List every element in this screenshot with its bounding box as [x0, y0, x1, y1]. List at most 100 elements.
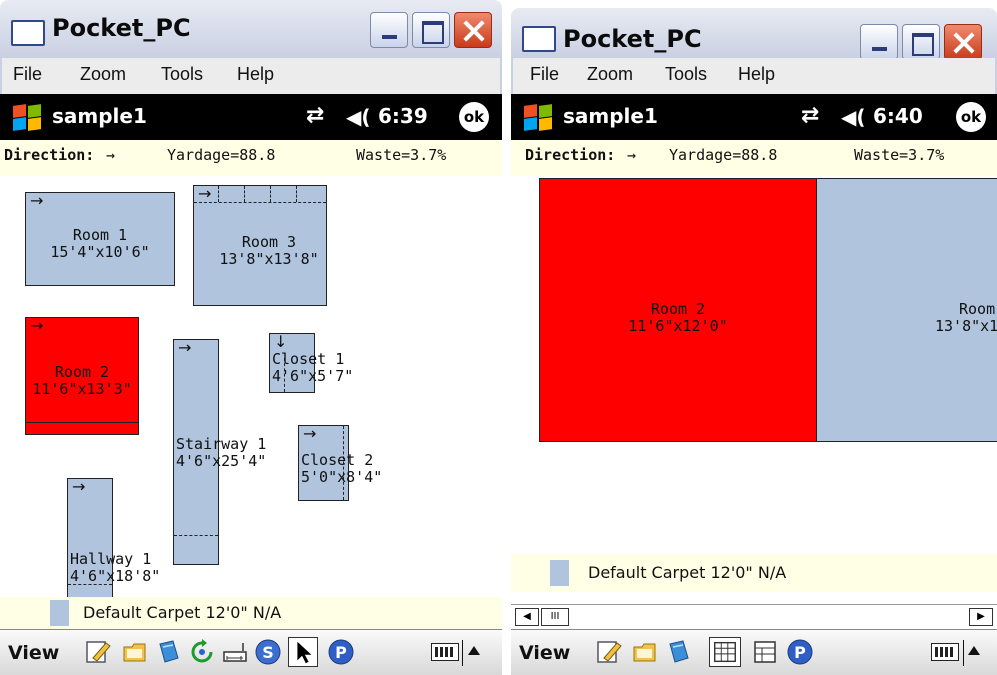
- hallway-1[interactable]: → Hallway 1 4'6"x18'8": [67, 477, 160, 599]
- folder-icon[interactable]: [631, 638, 659, 666]
- pocket-pc-window-2: Pocket_PC File Zoom Tools Help sample1 ⇄…: [511, 0, 997, 675]
- keyboard-icon[interactable]: [931, 643, 959, 661]
- minimize-button[interactable]: [860, 24, 898, 60]
- ok-button[interactable]: ok: [459, 102, 489, 132]
- menu-file[interactable]: File: [530, 64, 559, 85]
- direction-label: Direction:: [525, 146, 616, 164]
- up-arrow-icon[interactable]: [468, 646, 480, 655]
- up-arrow-icon[interactable]: [968, 646, 980, 655]
- room-name: Room: [959, 300, 996, 318]
- horizontal-scrollbar[interactable]: ◀ III ▶: [511, 604, 997, 630]
- ok-button[interactable]: ok: [956, 102, 986, 132]
- folder-icon[interactable]: [121, 638, 149, 666]
- direction-label: Direction:: [4, 146, 95, 164]
- room-3[interactable]: Room 13'8"x1: [816, 178, 997, 442]
- menu-file[interactable]: File: [13, 64, 42, 85]
- seam-line: [244, 186, 245, 202]
- book-icon[interactable]: [155, 638, 183, 666]
- view-menu[interactable]: View: [8, 642, 59, 664]
- direction-arrow-icon: →: [72, 477, 86, 496]
- pocket-pc-window-1: Pocket_PC File Zoom Tools Help sample1 ⇄…: [0, 0, 502, 675]
- layout-canvas[interactable]: → Room 1 15'4"x10'6" → Room 3 13'8"x13'8…: [0, 176, 502, 599]
- connectivity-icon[interactable]: ⇄: [801, 103, 819, 128]
- layout-canvas-zoomed[interactable]: Room 2 11'6"x12'0" Room 13'8"x1: [511, 176, 997, 554]
- svg-text:P: P: [794, 643, 806, 662]
- menu-zoom[interactable]: Zoom: [587, 64, 633, 85]
- keyboard-icon[interactable]: [431, 643, 459, 661]
- menu-zoom[interactable]: Zoom: [80, 64, 126, 85]
- menu-tools[interactable]: Tools: [665, 64, 707, 85]
- grid-view-icon[interactable]: [709, 637, 741, 667]
- title-bar: Pocket_PC: [511, 8, 997, 60]
- close-button[interactable]: [454, 12, 492, 48]
- title-bar: Pocket_PC: [0, 0, 502, 58]
- p-circle-icon[interactable]: P: [327, 638, 355, 666]
- waste-value: Waste=3.7%: [356, 146, 447, 164]
- start-menu-icon[interactable]: [12, 103, 42, 131]
- navigation-bar: sample1 ⇄ ◀( 6:39 ok: [0, 94, 502, 140]
- clock[interactable]: 6:40: [873, 104, 923, 128]
- pointer-arrow-icon[interactable]: [288, 637, 318, 667]
- grid-view-2-icon[interactable]: [751, 638, 779, 666]
- room-name: Room 1: [72, 226, 128, 244]
- volume-icon[interactable]: ◀(: [346, 105, 371, 129]
- carpet-legend[interactable]: Default Carpet 12'0" N/A: [0, 597, 502, 629]
- room-size: 4'6"x25'4": [176, 452, 267, 470]
- svg-text:S: S: [262, 643, 274, 662]
- scroll-right-button[interactable]: ▶: [969, 608, 993, 626]
- navigation-bar: sample1 ⇄ ◀( 6:40 ok: [511, 94, 997, 140]
- direction-arrow-icon: →: [303, 424, 317, 443]
- seam-line: [26, 422, 138, 423]
- dimension-icon[interactable]: [221, 638, 249, 666]
- info-bar: Direction: → Yardage=88.8 Waste=3.7%: [0, 140, 502, 176]
- menu-bar: File Zoom Tools Help: [511, 58, 997, 94]
- clock[interactable]: 6:39: [378, 104, 428, 128]
- seam-line: [218, 186, 219, 202]
- volume-icon[interactable]: ◀(: [841, 105, 866, 129]
- bottom-toolbar: View P: [511, 629, 997, 675]
- window-title: Pocket_PC: [52, 14, 191, 42]
- room-2[interactable]: Room 2 11'6"x12'0": [539, 178, 817, 442]
- s-circle-icon[interactable]: S: [254, 638, 282, 666]
- maximize-button[interactable]: [902, 24, 940, 60]
- yardage-value: Yardage=88.8: [167, 146, 276, 164]
- carpet-label: Default Carpet 12'0" N/A: [83, 603, 282, 622]
- closet-1[interactable]: ↓ Closet 1 4'6"x5'7": [269, 333, 353, 393]
- menu-help[interactable]: Help: [738, 64, 775, 85]
- edit-pencil-icon[interactable]: [84, 638, 112, 666]
- room-name: Closet 2: [301, 451, 374, 469]
- app-title: sample1: [52, 104, 147, 128]
- stairway-1[interactable]: → Stairway 1 4'6"x25'4": [173, 338, 266, 565]
- view-menu[interactable]: View: [519, 642, 570, 664]
- direction-arrow: →: [106, 146, 116, 164]
- room-size: 15'4"x10'6": [50, 243, 150, 261]
- start-menu-icon[interactable]: [523, 103, 553, 131]
- book-icon[interactable]: [665, 638, 693, 666]
- edit-pencil-icon[interactable]: [595, 638, 623, 666]
- room-3[interactable]: → Room 3 13'8"x13'8": [193, 185, 327, 306]
- seam-line: [296, 186, 297, 202]
- room-size: 13'8"x13'8": [219, 250, 319, 268]
- window-title: Pocket_PC: [563, 25, 702, 53]
- p-circle-icon[interactable]: P: [786, 638, 814, 666]
- direction-arrow-icon: →: [178, 338, 192, 357]
- toolbar-divider: [963, 640, 964, 666]
- scroll-left-button[interactable]: ◀: [515, 608, 539, 626]
- minimize-button[interactable]: [370, 12, 408, 48]
- room-name: Room 2: [54, 363, 110, 381]
- close-button[interactable]: [944, 24, 982, 60]
- closet-2[interactable]: → Closet 2 5'0"x8'4": [298, 424, 382, 501]
- connectivity-icon[interactable]: ⇄: [306, 103, 324, 128]
- room-size: 5'0"x8'4": [301, 468, 383, 486]
- menu-tools[interactable]: Tools: [161, 64, 203, 85]
- room-2[interactable]: → Room 2 11'6"x13'3": [25, 317, 139, 435]
- direction-arrow-icon: →: [198, 184, 212, 203]
- maximize-button[interactable]: [412, 12, 450, 48]
- carpet-legend[interactable]: Default Carpet 12'0" N/A: [511, 554, 997, 592]
- menu-help[interactable]: Help: [237, 64, 274, 85]
- scrollbar-thumb[interactable]: III: [541, 608, 569, 626]
- rotate-icon[interactable]: [188, 638, 216, 666]
- room-1[interactable]: → Room 1 15'4"x10'6": [25, 192, 175, 286]
- room-size: 4'6"x5'7": [272, 367, 354, 385]
- svg-text:P: P: [335, 643, 347, 662]
